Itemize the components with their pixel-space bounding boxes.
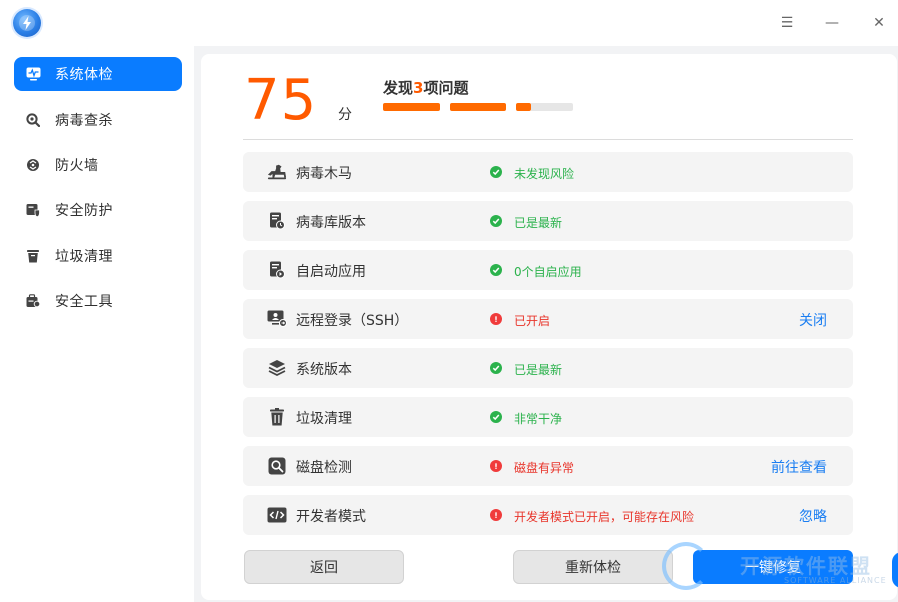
check-row-remote-login-ssh: 远程登录（SSH） 已开启 关闭 (243, 299, 853, 339)
ignore-devmode-button[interactable]: 忽略 (799, 506, 827, 526)
issue-progress-track (531, 103, 573, 111)
check-ok-icon (490, 362, 502, 374)
check-status: 已开启 (514, 314, 551, 328)
check-ok-icon (490, 264, 502, 276)
trojan-horse-icon (267, 162, 287, 182)
check-warning-icon (490, 460, 502, 472)
check-row-virus-trojan: 病毒木马 未发现风险 (243, 152, 853, 192)
recheck-button[interactable]: 重新体检 (513, 550, 673, 584)
check-status: 非常干净 (514, 412, 563, 426)
trash-icon (267, 407, 287, 427)
check-ok-icon (490, 411, 502, 423)
close-icon[interactable]: ✕ (868, 12, 890, 34)
sidebar-item-virus-scan[interactable]: 病毒查杀 (14, 103, 182, 137)
close-ssh-button[interactable]: 关闭 (799, 310, 827, 330)
sidebar-item-junk-cleanup[interactable]: 垃圾清理 (14, 239, 182, 273)
layers-icon (267, 358, 287, 378)
check-status: 已是最新 (514, 216, 563, 230)
sidebar-item-system-check[interactable]: 系统体检 (14, 57, 182, 91)
edge-button-fragment (892, 552, 898, 588)
check-row-disk-check: 磁盘检测 磁盘有异常 前往查看 (243, 446, 853, 486)
check-status: 已是最新 (514, 363, 563, 377)
check-status: 未发现风险 (514, 167, 575, 181)
sidebar-item-firewall[interactable]: 防火墙 (14, 148, 182, 182)
autostart-app-icon (267, 260, 287, 280)
health-score: 75 (244, 68, 318, 133)
title-bar: ☰ — ✕ (0, 0, 898, 46)
sidebar-item-security-protection[interactable]: 安全防护 (14, 193, 182, 227)
check-status: 开发者模式已开启，可能存在风险 (514, 510, 695, 524)
check-label: 开发者模式 (296, 509, 366, 525)
check-row-system-version: 系统版本 已是最新 (243, 348, 853, 388)
minimize-icon[interactable]: — (821, 12, 843, 34)
issue-suffix: 项问题 (423, 79, 469, 97)
issue-progress-segment (383, 103, 440, 111)
sidebar-item-label: 垃圾清理 (55, 249, 113, 265)
score-unit: 分 (338, 107, 352, 123)
issue-progress-segment (516, 103, 531, 111)
check-label: 系统版本 (296, 362, 352, 378)
sidebar-item-label: 安全防护 (55, 203, 113, 219)
issue-progress-segment (450, 103, 506, 111)
check-status: 0个自启应用 (514, 265, 582, 279)
check-ok-icon (490, 215, 502, 227)
one-click-fix-button[interactable]: 一键修复 (693, 550, 853, 584)
sidebar-item-label: 病毒查杀 (55, 113, 113, 129)
check-label: 自启动应用 (296, 264, 366, 280)
monitor-pulse-icon (25, 66, 41, 82)
check-warning-icon (490, 509, 502, 521)
menu-icon[interactable]: ☰ (776, 12, 798, 34)
divider (243, 139, 853, 140)
firewall-icon (25, 157, 41, 173)
sidebar: 系统体检 病毒查杀 防火墙 安全防护 垃圾清理 安全工具 (0, 46, 194, 602)
app-window: ☰ — ✕ 系统体检 病毒查杀 防火墙 安全防护 垃圾清理 安全工具 75 分 … (0, 0, 898, 602)
check-row-junk-cleanup: 垃圾清理 非常干净 (243, 397, 853, 437)
view-disk-button[interactable]: 前往查看 (771, 457, 827, 477)
issue-count: 3 (413, 79, 424, 97)
sidebar-item-label: 防火墙 (55, 158, 99, 174)
trash-icon (25, 248, 41, 264)
check-warning-icon (490, 313, 502, 325)
check-status: 磁盘有异常 (514, 461, 575, 475)
sidebar-item-label: 安全工具 (55, 294, 113, 310)
check-row-developer-mode: 开发者模式 开发者模式已开启，可能存在风险 忽略 (243, 495, 853, 535)
toolbox-icon (25, 293, 41, 309)
check-label: 垃圾清理 (296, 411, 352, 427)
shield-box-icon (25, 202, 41, 218)
code-icon (267, 505, 287, 525)
check-ok-icon (490, 166, 502, 178)
remote-login-icon (267, 309, 287, 329)
sidebar-item-security-tools[interactable]: 安全工具 (14, 284, 182, 318)
magnifier-icon (25, 112, 41, 128)
check-label: 病毒库版本 (296, 215, 366, 231)
issue-prefix: 发现 (383, 79, 414, 97)
back-button[interactable]: 返回 (244, 550, 404, 584)
sidebar-item-label: 系统体检 (55, 67, 113, 83)
app-logo-icon (13, 9, 41, 37)
check-label: 远程登录（SSH） (296, 313, 409, 329)
check-row-virus-db-version: 病毒库版本 已是最新 (243, 201, 853, 241)
issue-summary: 发现3项问题 (383, 77, 468, 98)
check-label: 磁盘检测 (296, 460, 352, 476)
disk-check-icon (267, 456, 287, 476)
check-row-autostart-apps: 自启动应用 0个自启应用 (243, 250, 853, 290)
check-label: 病毒木马 (296, 166, 352, 182)
virus-db-icon (267, 211, 287, 231)
